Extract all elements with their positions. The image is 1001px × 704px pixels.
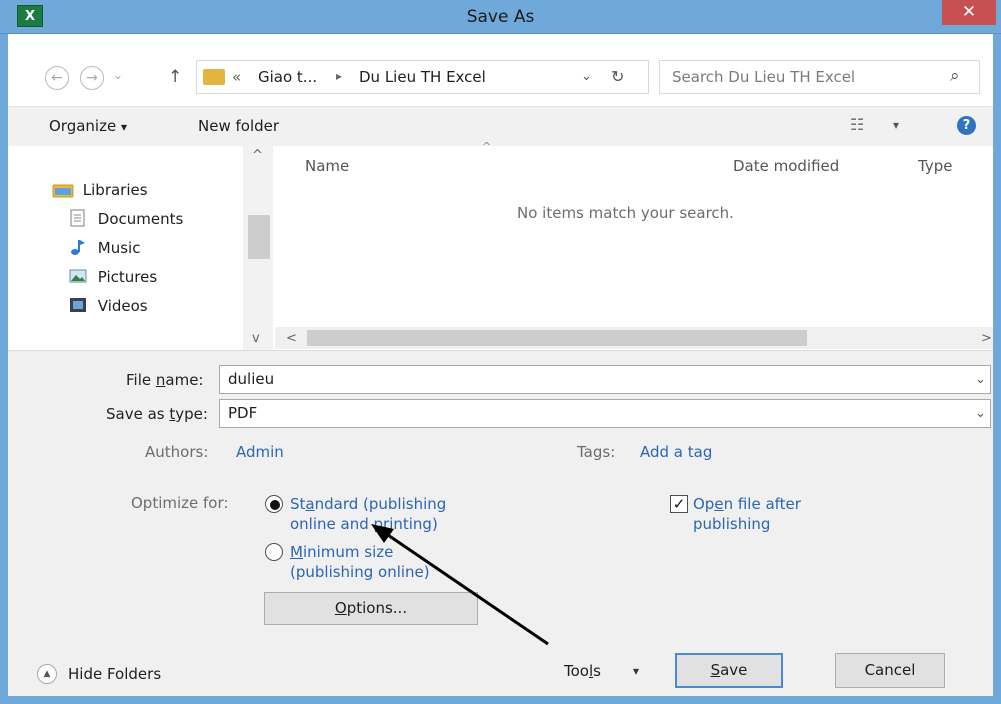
annotation-arrow xyxy=(371,524,549,646)
